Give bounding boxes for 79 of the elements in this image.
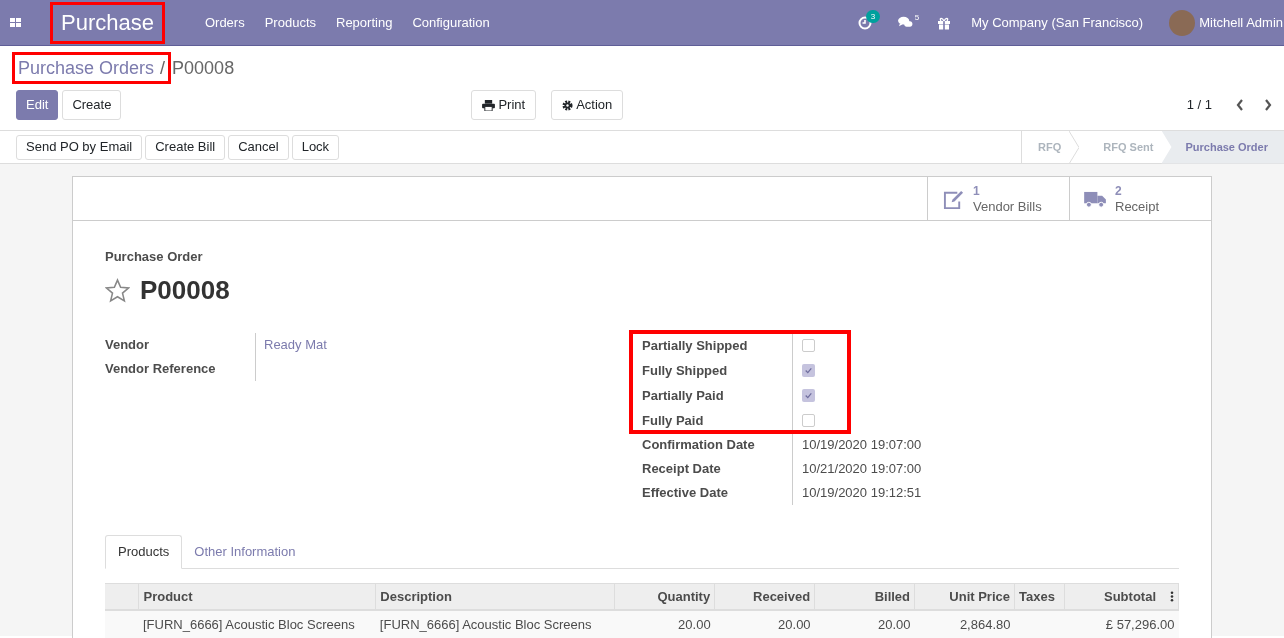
edit-icon: [942, 188, 965, 210]
field-label: Fully Paid: [642, 411, 705, 430]
field-label: Confirmation Date: [642, 435, 756, 454]
smart-button-label: Vendor Bills: [973, 199, 1042, 214]
breadcrumb-separator: /: [160, 56, 166, 80]
field-label: Fully Shipped: [642, 361, 729, 380]
tab[interactable]: Other Information: [182, 534, 308, 569]
pager-value: 1 / 1: [1186, 96, 1212, 115]
field-label: Effective Date: [642, 483, 729, 502]
column-header: Billed: [874, 588, 911, 604]
gear-icon: [562, 99, 574, 111]
column-header: Subtotal: [1104, 587, 1156, 606]
menu-item[interactable]: Products: [254, 12, 326, 33]
status-stage[interactable]: Purchase Order: [1161, 130, 1284, 164]
vendor-link[interactable]: Ready Mat: [264, 336, 327, 352]
menu-item[interactable]: Orders: [194, 12, 255, 33]
smart-button-label: Receipt: [1115, 199, 1160, 214]
table-cell: [FURN_6666] Acoustic Bloc Screens: [142, 616, 355, 632]
checkbox[interactable]: [802, 388, 815, 402]
smart-button[interactable]: 1 Vendor Bills: [927, 177, 1069, 221]
column-header: Description: [380, 588, 452, 604]
edit-button[interactable]: Edit: [16, 90, 59, 120]
table-cell: 2,864.80: [959, 616, 1011, 632]
check-icon: [805, 366, 812, 374]
column-header: Received: [753, 588, 811, 604]
table-cell: [FURN_6666] Acoustic Bloc Screens: [379, 616, 592, 632]
user-menu[interactable]: Mitchell Admin: [1199, 12, 1283, 33]
action-button[interactable]: Action: [551, 90, 624, 120]
header-button[interactable]: Create Bill: [145, 134, 226, 160]
app-title: Purchase: [50, 1, 165, 44]
apps-menu-icon: [10, 16, 22, 29]
next-icon: [1264, 99, 1272, 111]
create-button[interactable]: Create: [62, 90, 122, 120]
field-value: 10/19/2020 19:12:51: [802, 483, 922, 502]
column-header: Taxes: [1019, 588, 1055, 604]
tab[interactable]: Products: [105, 534, 183, 569]
chat-bubbles-icon: [897, 16, 913, 29]
check-icon: [805, 391, 812, 399]
column-header: Unit Price: [949, 588, 1010, 604]
menu-item[interactable]: Configuration: [402, 12, 500, 33]
checkbox[interactable]: [802, 338, 815, 352]
kebab-menu-icon: [1170, 590, 1174, 602]
previous-icon: [1236, 99, 1244, 111]
table-cell: 20.00: [678, 616, 711, 632]
header-button[interactable]: Cancel: [228, 134, 289, 160]
notification-badge: 3: [865, 9, 881, 23]
smart-button[interactable]: 2 Receipt: [1069, 177, 1211, 221]
header-button[interactable]: Lock: [291, 134, 340, 160]
smart-button-count: 1: [973, 184, 981, 199]
column-header: Quantity: [657, 588, 711, 604]
smart-button-count: 2: [1115, 184, 1123, 199]
star-icon[interactable]: [105, 277, 130, 303]
company-switcher[interactable]: My Company (San Francisco): [971, 12, 1144, 33]
field-label: Vendor: [105, 335, 151, 354]
field-value: 10/19/2020 19:07:00: [802, 435, 922, 454]
menu-item[interactable]: Reporting: [326, 12, 403, 33]
printer-icon: [482, 99, 496, 111]
gift-icon: [937, 15, 952, 30]
header-button[interactable]: Send PO by Email: [16, 134, 143, 160]
document-title: P00008: [140, 273, 230, 307]
field-label: Partially Shipped: [642, 336, 749, 355]
field-value: 10/21/2020 19:07:00: [802, 459, 922, 478]
breadcrumb-link[interactable]: Purchase Orders: [18, 54, 155, 82]
message-count: 5: [914, 12, 920, 24]
field-label: Partially Paid: [642, 386, 725, 405]
field-label: Receipt Date: [642, 459, 722, 478]
table-cell: £ 57,296.00: [1105, 616, 1175, 632]
truck-icon: [1084, 190, 1107, 208]
field-label: Vendor Reference: [105, 359, 217, 378]
avatar: [1169, 9, 1196, 36]
checkbox[interactable]: [802, 363, 815, 377]
column-header: Product: [143, 588, 193, 604]
table-cell: 20.00: [878, 616, 911, 632]
print-button[interactable]: Print: [471, 90, 537, 120]
breadcrumb-current: P00008: [172, 56, 235, 80]
document-type: Purchase Order: [105, 248, 204, 266]
clock-icon: [857, 15, 872, 30]
table-cell: 20.00: [778, 616, 811, 632]
checkbox[interactable]: [802, 413, 815, 427]
